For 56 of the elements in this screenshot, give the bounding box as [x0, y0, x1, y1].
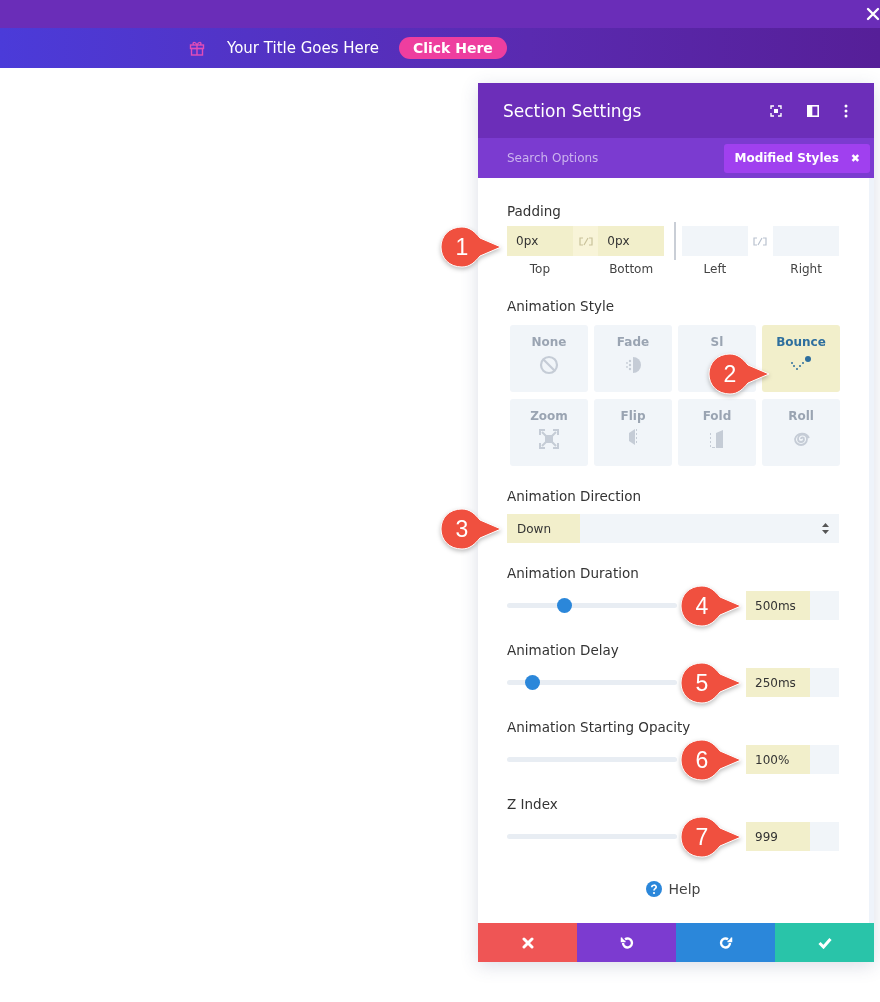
more-icon[interactable] — [844, 103, 848, 118]
animation-option[interactable]: Bounce — [762, 325, 840, 392]
slider-thumb[interactable] — [556, 598, 572, 613]
close-icon[interactable] — [866, 7, 880, 21]
fade-icon — [623, 355, 643, 375]
padding-field[interactable]: 0px — [507, 226, 573, 256]
field-label: Animation Direction — [507, 488, 643, 504]
help-link[interactable]: Help — [668, 881, 701, 897]
field-caption: Top — [528, 262, 551, 276]
value-field[interactable]: 100% — [746, 745, 839, 774]
click-here-button[interactable]: Click Here — [398, 37, 507, 59]
zoom-icon — [539, 429, 559, 449]
callout-badge: 7 — [680, 816, 742, 858]
redo-icon — [718, 935, 733, 950]
callout-badge: 1 — [440, 226, 502, 268]
close-icon — [521, 936, 534, 949]
padding-field[interactable]: 0px — [598, 226, 664, 256]
cancel-button[interactable] — [478, 923, 577, 962]
help-icon[interactable] — [645, 881, 662, 897]
modified-styles-filter[interactable]: Modified Styles ✖ — [724, 143, 870, 173]
callout-badge: 4 — [680, 585, 742, 627]
callout-badge: 5 — [680, 662, 742, 704]
expand-icon[interactable] — [770, 104, 782, 117]
banner-title: Your Title Goes Here — [227, 39, 379, 57]
select-arrows-icon — [822, 523, 829, 534]
field-label: Z Index — [507, 796, 559, 812]
field-caption: Bottom — [608, 262, 655, 276]
callout-badge: 3 — [440, 508, 502, 550]
value-field[interactable]: 500ms — [746, 591, 839, 620]
field-label: Animation Duration — [507, 565, 640, 581]
layout-icon[interactable] — [807, 104, 819, 117]
field-caption: Left — [702, 262, 728, 276]
callout-badge: 6 — [680, 739, 742, 781]
field-label: Animation Style — [507, 298, 616, 314]
gift-icon — [189, 40, 205, 56]
undo-button[interactable] — [577, 923, 676, 962]
redo-button[interactable] — [676, 923, 775, 962]
value-field[interactable]: 250ms — [746, 668, 839, 697]
panel-title: Section Settings — [503, 100, 642, 121]
callout-badge: 2 — [708, 353, 770, 395]
field-label: Animation Delay — [507, 642, 620, 658]
bounce-icon — [789, 355, 813, 371]
value-field[interactable]: 999 — [746, 822, 839, 851]
field-label: Padding — [507, 203, 562, 219]
check-icon — [817, 936, 832, 949]
field-caption: Right — [789, 262, 823, 276]
field-label: Animation Starting Opacity — [507, 719, 692, 735]
flip-icon — [629, 429, 637, 445]
link-icon[interactable] — [752, 236, 769, 246]
undo-icon — [619, 935, 634, 950]
link-icon[interactable] — [577, 236, 594, 246]
slider-thumb[interactable] — [524, 675, 540, 690]
search-field[interactable]: Search Options — [507, 151, 707, 165]
direction-select[interactable]: Down — [507, 514, 839, 543]
none-icon — [539, 355, 559, 375]
select-value: Down — [507, 514, 580, 543]
